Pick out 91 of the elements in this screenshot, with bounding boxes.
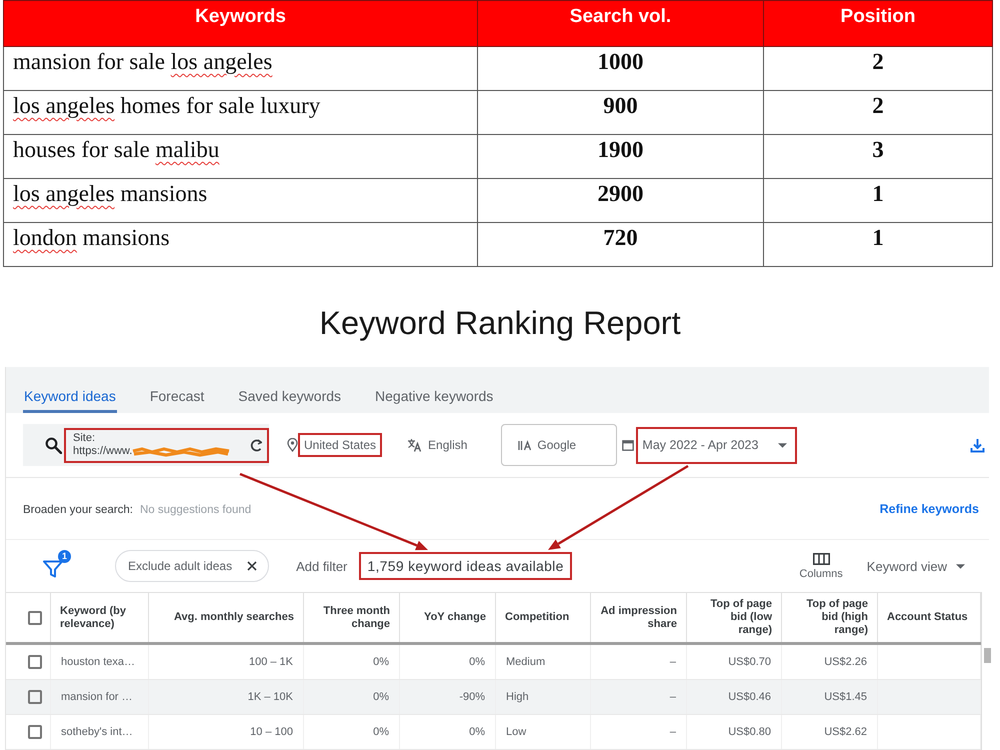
search-label: Site: xyxy=(73,432,96,445)
table-cell: US$0.46 xyxy=(687,680,782,714)
column-header[interactable]: Top of page bid (low range) xyxy=(687,593,782,642)
pin-icon xyxy=(287,438,298,452)
table-cell: Medium xyxy=(496,645,591,679)
table-cell: 2 xyxy=(764,46,992,90)
caret-icon xyxy=(778,442,788,448)
table-cell: – xyxy=(591,715,687,749)
translate-icon xyxy=(407,438,422,452)
column-header[interactable]: Competition xyxy=(496,593,591,642)
table-cell: – xyxy=(591,645,687,679)
table-cell: 1 xyxy=(764,222,992,266)
add-filter-button[interactable]: Add filter xyxy=(296,558,348,574)
language-selector[interactable]: English xyxy=(422,433,474,457)
table-cell: US$1.45 xyxy=(782,680,878,714)
table-cell: 0% xyxy=(400,645,496,679)
table-cell: 2 xyxy=(764,90,992,134)
table-cell: 900 xyxy=(478,90,764,134)
column-header[interactable]: Avg. monthly searches xyxy=(149,593,304,642)
column-header: Search vol. xyxy=(478,0,764,46)
tab[interactable]: Forecast xyxy=(148,367,206,413)
checkbox[interactable] xyxy=(28,690,42,704)
date-range-selector[interactable]: May 2022 - Apr 2023 xyxy=(636,426,798,464)
table-cell: US$2.26 xyxy=(782,645,878,679)
refine-keywords-link[interactable]: Refine keywords xyxy=(880,502,979,516)
broaden-label: Broaden your search: xyxy=(23,504,133,516)
calendar-icon xyxy=(622,439,634,451)
columns-icon xyxy=(812,552,830,564)
table-cell: High xyxy=(496,680,591,714)
report-title: Keyword Ranking Report xyxy=(319,304,681,342)
scrollbar[interactable] xyxy=(981,592,993,750)
table-cell: US$0.80 xyxy=(687,715,782,749)
table-cell: – xyxy=(591,680,687,714)
table-row[interactable]: mansion for … 1K – 10K 0% -90% High – US$0.46 US$1.45 xyxy=(6,680,981,715)
table-cell: sotheby's int… xyxy=(51,715,149,749)
column-header[interactable]: Ad impression share xyxy=(591,593,687,642)
filter-badge: 1 xyxy=(58,550,71,563)
table-row[interactable]: sotheby's int… 10 – 100 0% 0% Low – US$0.80 US$2.62 xyxy=(6,715,981,750)
table-cell: 1K – 10K xyxy=(149,680,304,714)
column-header: Keywords xyxy=(4,0,478,46)
table-cell: 0% xyxy=(304,680,400,714)
tab[interactable]: Negative keywords xyxy=(374,367,494,413)
table-cell: Low xyxy=(496,715,591,749)
table-cell: los angeles mansions xyxy=(4,178,478,222)
close-icon[interactable] xyxy=(247,561,258,571)
table-cell: 0% xyxy=(304,715,400,749)
columns-button[interactable]: Columns xyxy=(799,552,843,580)
table-cell: 2900 xyxy=(478,178,764,222)
column-header[interactable]: Keyword (by relevance) xyxy=(51,593,149,642)
table-cell: mansion for sale los angeles xyxy=(4,46,478,90)
tab[interactable]: Keyword ideas xyxy=(23,367,117,413)
table-cell: US$2.62 xyxy=(782,715,878,749)
table-cell: -90% xyxy=(400,680,496,714)
checkbox[interactable] xyxy=(28,610,42,624)
column-header[interactable]: Three month change xyxy=(304,593,400,642)
refresh-icon[interactable] xyxy=(250,438,262,452)
filter-chip[interactable]: Exclude adult ideas xyxy=(115,550,270,582)
table-cell: 0% xyxy=(400,715,496,749)
table-cell: 0% xyxy=(304,645,400,679)
column-header: Position xyxy=(764,0,992,46)
table-cell: 720 xyxy=(478,222,764,266)
filter-icon[interactable] xyxy=(43,560,63,578)
network-selector[interactable]: Google xyxy=(501,424,618,466)
table-cell: 1900 xyxy=(478,134,764,178)
broaden-value: No suggestions found xyxy=(140,504,252,516)
search-field[interactable]: Site: https://www. xyxy=(23,424,269,466)
search-icon xyxy=(45,436,62,454)
column-header[interactable]: Account Status xyxy=(878,593,981,642)
idea-count: 1,759 keyword ideas available xyxy=(359,552,572,580)
checkbox[interactable] xyxy=(28,655,42,669)
table-cell: 1000 xyxy=(478,46,764,90)
download-icon[interactable] xyxy=(970,438,985,452)
table-cell: 3 xyxy=(764,134,992,178)
view-dropdown[interactable]: Keyword view xyxy=(866,558,965,574)
table-cell: houses for sale malibu xyxy=(4,134,478,178)
table-cell: 10 – 100 xyxy=(149,715,304,749)
table-cell: london mansions xyxy=(4,222,478,266)
network-icon xyxy=(518,440,532,450)
table-cell: US$0.70 xyxy=(687,645,782,679)
table-cell: 100 – 1K xyxy=(149,645,304,679)
checkbox[interactable] xyxy=(28,725,42,739)
table-cell: mansion for … xyxy=(51,680,149,714)
column-header[interactable]: YoY change xyxy=(400,593,496,642)
tab[interactable]: Saved keywords xyxy=(237,367,342,413)
search-value: https://www. xyxy=(73,445,132,458)
location-selector[interactable]: United States xyxy=(298,433,382,457)
column-header[interactable]: Top of page bid (high range) xyxy=(782,593,878,642)
table-cell: houston texa… xyxy=(51,645,149,679)
table-cell: los angeles homes for sale luxury xyxy=(4,90,478,134)
table-cell: 1 xyxy=(764,178,992,222)
caret-icon xyxy=(956,564,965,568)
